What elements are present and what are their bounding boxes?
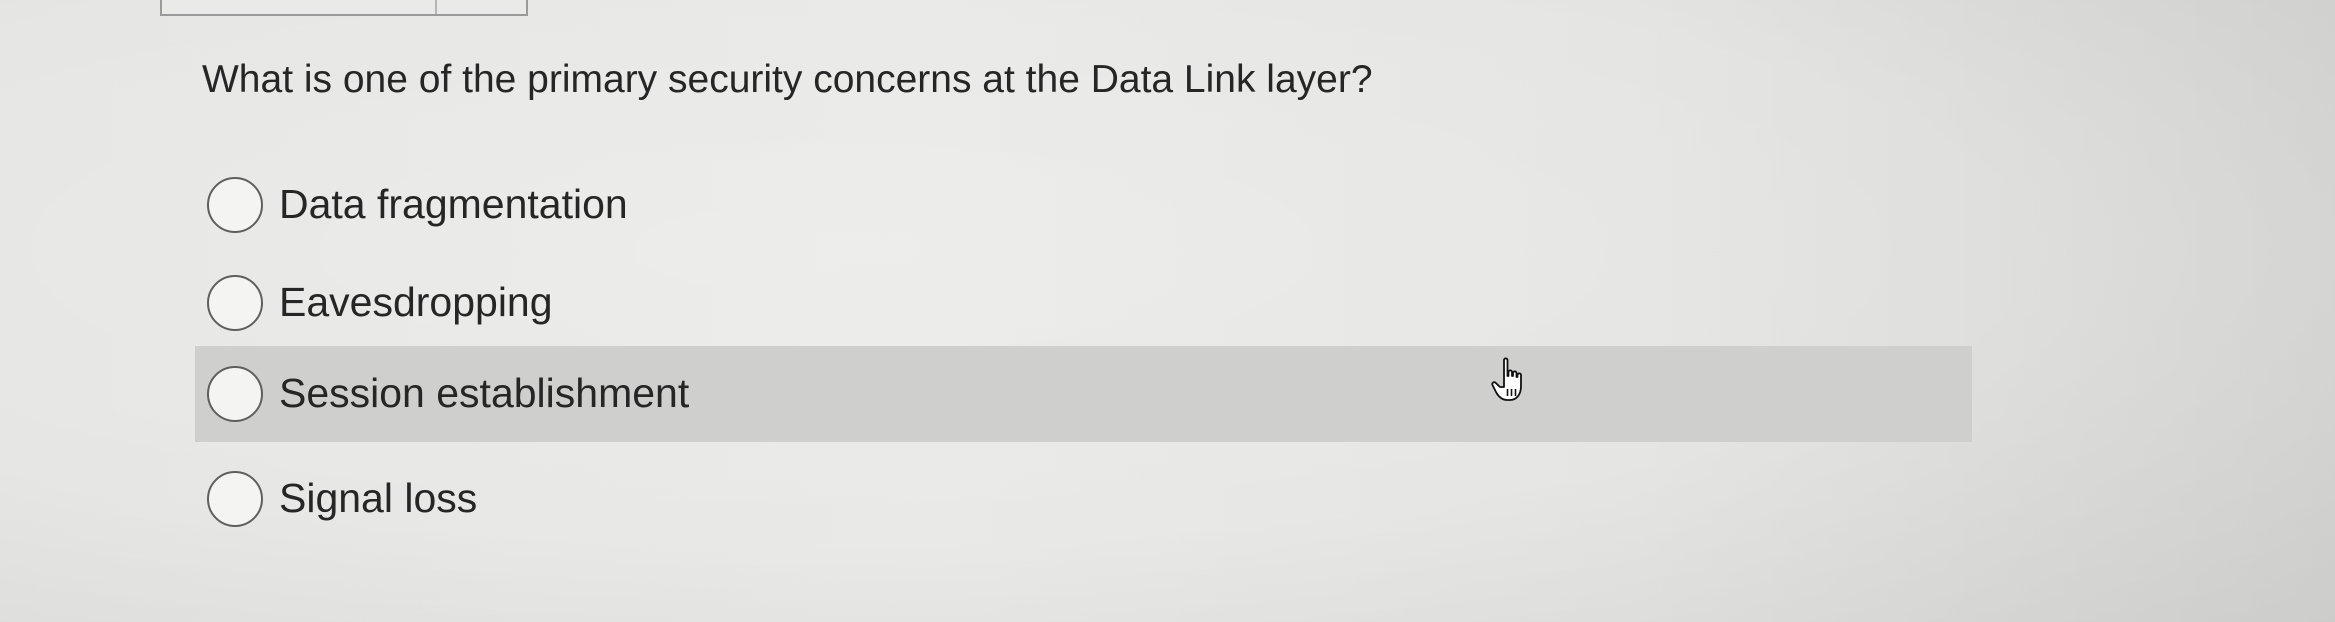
answer-option-eavesdropping[interactable]: Eavesdropping bbox=[195, 255, 1972, 351]
answer-label: Data fragmentation bbox=[279, 181, 628, 227]
answer-options: Data fragmentation Eavesdropping Session… bbox=[0, 0, 2335, 622]
answer-option-data-fragmentation[interactable]: Data fragmentation bbox=[195, 157, 1972, 253]
answer-label: Session establishment bbox=[279, 370, 690, 416]
radio-button[interactable] bbox=[207, 366, 263, 422]
answer-label: Signal loss bbox=[279, 475, 478, 521]
radio-button[interactable] bbox=[207, 177, 263, 233]
hand-pointer-icon bbox=[1491, 357, 1522, 401]
answer-label: Eavesdropping bbox=[279, 279, 553, 325]
answer-option-session-establishment[interactable]: Session establishment bbox=[195, 346, 1972, 442]
radio-button[interactable] bbox=[207, 471, 263, 527]
answer-option-signal-loss[interactable]: Signal loss bbox=[195, 451, 1972, 547]
radio-button[interactable] bbox=[207, 275, 263, 331]
